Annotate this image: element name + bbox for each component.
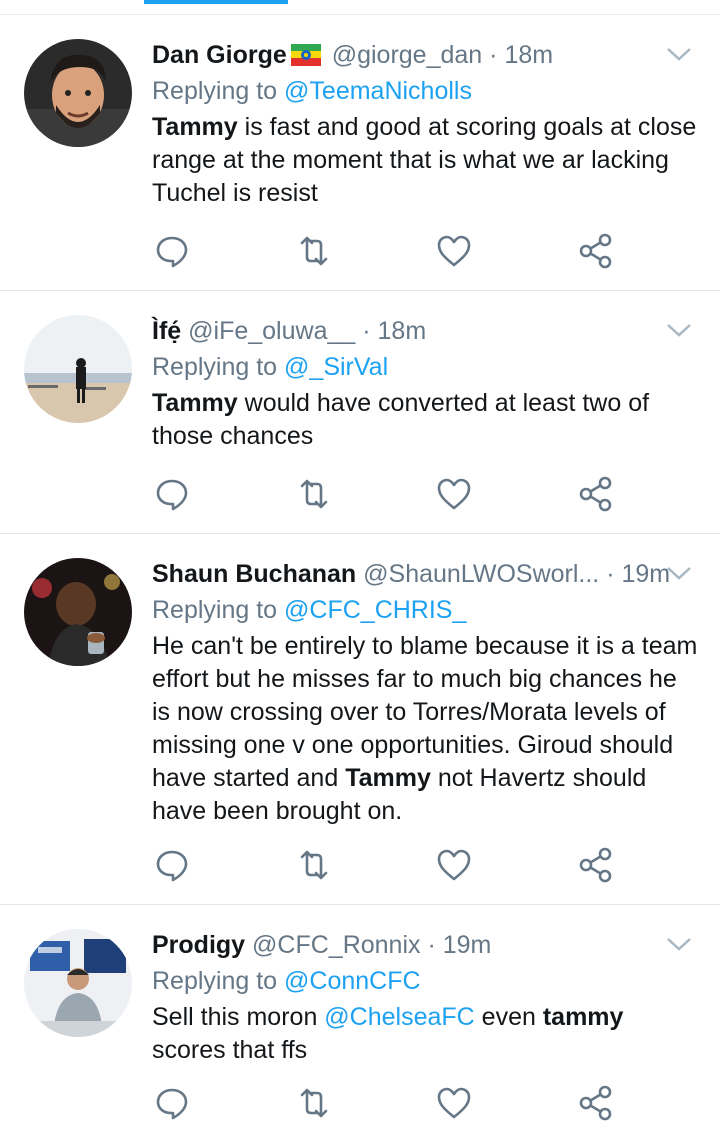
replying-to: Replying to @_SirVal bbox=[152, 349, 388, 385]
replying-to: Replying to @ConnCFC bbox=[152, 963, 421, 999]
bold-keyword: Tammy bbox=[152, 389, 238, 417]
like-icon[interactable] bbox=[434, 1083, 474, 1123]
bold-keyword: tammy bbox=[542, 1003, 624, 1031]
mention-link[interactable]: @ChelseaFC bbox=[324, 1003, 474, 1031]
tweet[interactable]: Shaun Buchanan @ShaunLWOSworl... · 19m R… bbox=[0, 534, 720, 905]
chevron-down-icon[interactable] bbox=[666, 564, 692, 582]
handle[interactable]: @ShaunLWOSworl... bbox=[363, 560, 599, 588]
reply-mention-link[interactable]: @TeemaNicholls bbox=[284, 77, 472, 105]
handle[interactable]: @CFC_Ronnix bbox=[252, 931, 420, 959]
tweet-text: Tammy is fast and good at scoring goals … bbox=[152, 111, 700, 210]
ethiopia-flag-icon bbox=[290, 40, 321, 66]
timestamp[interactable]: 19m bbox=[621, 560, 670, 588]
display-name[interactable]: Dan Giorge bbox=[152, 41, 287, 69]
timestamp[interactable]: 18m bbox=[504, 41, 553, 69]
display-name[interactable]: Prodigy bbox=[152, 931, 245, 959]
replying-to-label: Replying to bbox=[152, 967, 278, 995]
tweet-header: Dan Giorge @giorge_dan · 18m bbox=[152, 37, 692, 73]
tweet-actions bbox=[150, 231, 620, 271]
share-icon[interactable] bbox=[576, 845, 616, 885]
replying-to-label: Replying to bbox=[152, 596, 278, 624]
tweet-header: Ìfẹ́ @iFe_oluwa__ · 18m bbox=[152, 313, 692, 349]
retweet-icon[interactable] bbox=[294, 845, 334, 885]
tweet-text: Tammy would have converted at least two … bbox=[152, 387, 700, 453]
chevron-down-icon[interactable] bbox=[666, 45, 692, 63]
handle[interactable]: @iFe_oluwa__ bbox=[188, 317, 355, 345]
tweet-text-pre: Sell this moron bbox=[152, 1003, 325, 1031]
replying-to-label: Replying to bbox=[152, 353, 278, 381]
tweet-actions bbox=[150, 845, 620, 885]
avatar[interactable] bbox=[24, 558, 132, 666]
timestamp[interactable]: 19m bbox=[443, 931, 492, 959]
bold-keyword: Tammy bbox=[345, 764, 431, 792]
bold-keyword: Tammy bbox=[152, 113, 238, 141]
display-name[interactable]: Ìfẹ́ bbox=[152, 317, 181, 345]
separator-dot: · bbox=[362, 317, 371, 345]
separator-dot: · bbox=[427, 931, 436, 959]
reply-mention-link[interactable]: @_SirVal bbox=[284, 353, 388, 381]
handle[interactable]: @giorge_dan bbox=[332, 41, 483, 69]
separator-dot: · bbox=[489, 41, 498, 69]
reply-icon[interactable] bbox=[152, 845, 192, 885]
replying-to-label: Replying to bbox=[152, 77, 278, 105]
avatar[interactable] bbox=[24, 929, 132, 1037]
separator-dot: · bbox=[606, 560, 615, 588]
tweet[interactable]: Ìfẹ́ @iFe_oluwa__ · 18m Replying to @_Si… bbox=[0, 291, 720, 534]
retweet-icon[interactable] bbox=[294, 474, 334, 514]
timestamp[interactable]: 18m bbox=[378, 317, 427, 345]
chevron-down-icon[interactable] bbox=[666, 935, 692, 953]
chevron-down-icon[interactable] bbox=[666, 321, 692, 339]
active-tab-indicator bbox=[144, 0, 288, 4]
avatar[interactable] bbox=[24, 39, 132, 147]
tweet-actions bbox=[150, 1083, 620, 1123]
tweet-text-mid: even bbox=[474, 1003, 543, 1031]
tweet-text-post: scores that ffs bbox=[152, 1036, 308, 1064]
retweet-icon[interactable] bbox=[294, 1083, 334, 1123]
share-icon[interactable] bbox=[576, 474, 616, 514]
tweet-text: Sell this moron @ChelseaFC even tammy sc… bbox=[152, 1001, 700, 1067]
tweet-header: Shaun Buchanan @ShaunLWOSworl... · 19m bbox=[152, 556, 692, 592]
retweet-icon[interactable] bbox=[294, 231, 334, 271]
replying-to: Replying to @TeemaNicholls bbox=[152, 73, 472, 109]
tweet-actions bbox=[150, 474, 620, 514]
avatar[interactable] bbox=[24, 315, 132, 423]
like-icon[interactable] bbox=[434, 474, 474, 514]
reply-icon[interactable] bbox=[152, 474, 192, 514]
share-icon[interactable] bbox=[576, 1083, 616, 1123]
tweet-text: He can't be entirely to blame because it… bbox=[152, 630, 700, 828]
tweet[interactable]: Dan Giorge @giorge_dan · 18m Replying to… bbox=[0, 15, 720, 291]
like-icon[interactable] bbox=[434, 231, 474, 271]
like-icon[interactable] bbox=[434, 845, 474, 885]
reply-icon[interactable] bbox=[152, 1083, 192, 1123]
replying-to: Replying to @CFC_CHRIS_ bbox=[152, 592, 466, 628]
reply-mention-link[interactable]: @CFC_CHRIS_ bbox=[284, 596, 466, 624]
reply-icon[interactable] bbox=[152, 231, 192, 271]
top-tab-bar bbox=[0, 0, 720, 15]
display-name[interactable]: Shaun Buchanan bbox=[152, 560, 356, 588]
tweet[interactable]: Prodigy @CFC_Ronnix · 19m Replying to @C… bbox=[0, 905, 720, 1124]
share-icon[interactable] bbox=[576, 231, 616, 271]
tweet-header: Prodigy @CFC_Ronnix · 19m bbox=[152, 927, 692, 963]
reply-mention-link[interactable]: @ConnCFC bbox=[284, 967, 421, 995]
